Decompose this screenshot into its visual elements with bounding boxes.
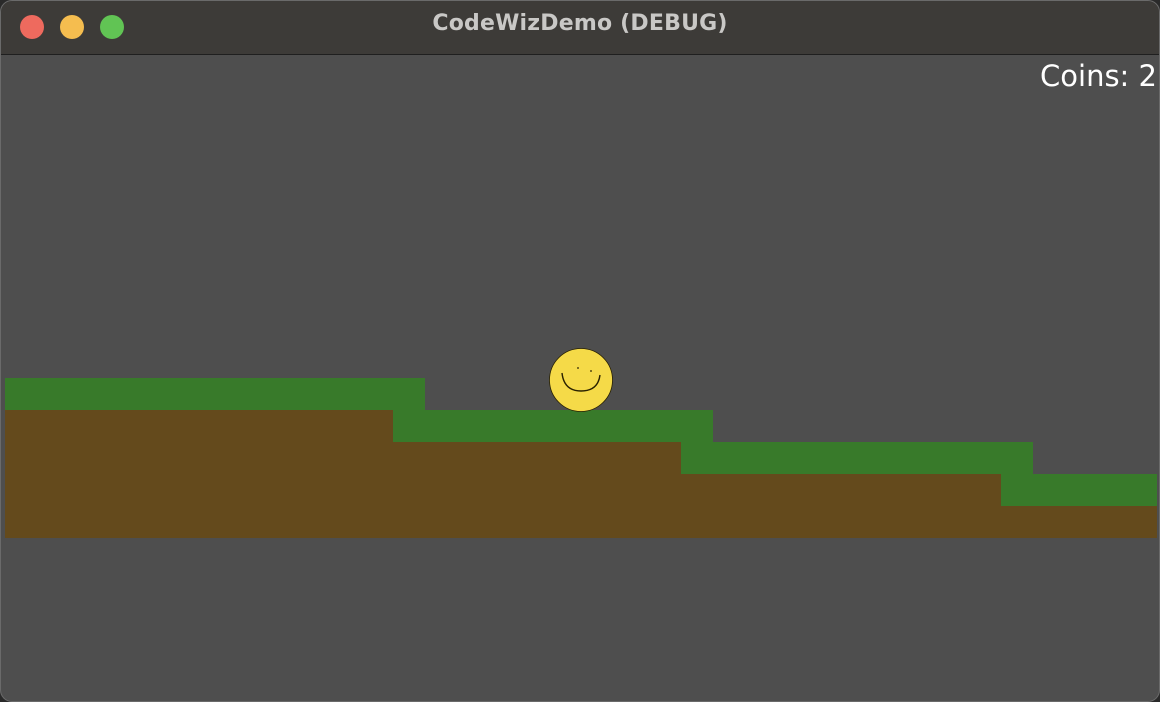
coins-counter: Coins: 2: [1040, 59, 1157, 93]
dirt-step-4: [1001, 506, 1157, 538]
smiley-face-icon: [549, 348, 613, 412]
title-bar: CodeWizDemo (DEBUG): [1, 1, 1159, 55]
app-window: CodeWizDemo (DEBUG) Coins: 2: [0, 0, 1160, 702]
grass-step-2: [393, 410, 713, 442]
grass-step-4: [1001, 474, 1157, 506]
grass-step-3: [681, 442, 1033, 474]
dirt-step-2: [393, 442, 681, 538]
dirt-step-1: [5, 410, 393, 538]
window-title: CodeWizDemo (DEBUG): [432, 11, 728, 36]
grass-step-1: [5, 378, 425, 410]
dirt-step-3: [681, 474, 1001, 538]
game-canvas[interactable]: Coins: 2: [5, 55, 1157, 701]
